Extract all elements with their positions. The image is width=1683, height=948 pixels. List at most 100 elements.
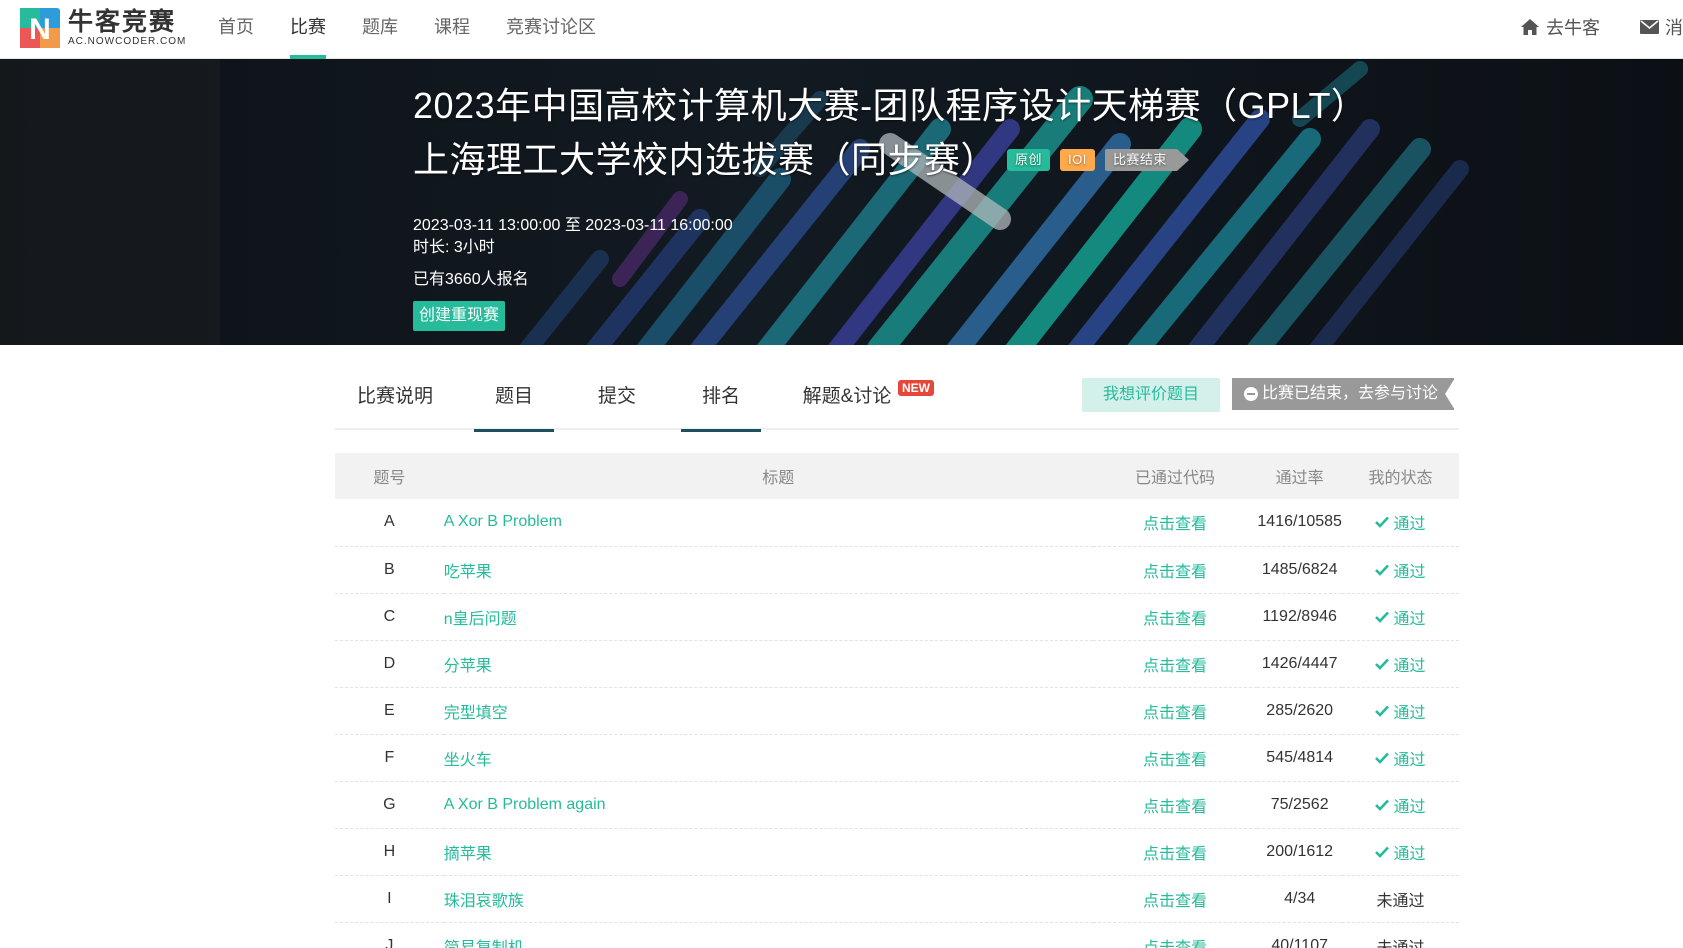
svg-text:N: N bbox=[29, 13, 51, 46]
contest-time-block: 2023-03-11 13:00:00 至 2023-03-11 16:00:0… bbox=[413, 215, 1367, 259]
problem-title-link[interactable]: n皇后问题 bbox=[444, 611, 517, 628]
problem-title-link[interactable]: 坐火车 bbox=[444, 752, 492, 769]
envelope-icon bbox=[1640, 20, 1659, 34]
view-passed-code-link[interactable]: 点击查看 bbox=[1143, 799, 1207, 816]
view-passed-code-link[interactable]: 点击查看 bbox=[1143, 893, 1207, 910]
messages-label: 消 bbox=[1665, 18, 1683, 38]
new-badge: NEW bbox=[898, 380, 934, 396]
check-icon bbox=[1375, 658, 1390, 670]
problem-title-link[interactable]: 完型填空 bbox=[444, 705, 508, 722]
problem-no: C bbox=[383, 607, 396, 625]
messages-link[interactable]: 消 bbox=[1640, 0, 1683, 54]
view-passed-code-link[interactable]: 点击查看 bbox=[1143, 611, 1207, 628]
problem-title-link[interactable]: 摘苹果 bbox=[444, 846, 492, 863]
view-passed-code-link[interactable]: 点击查看 bbox=[1143, 705, 1207, 722]
logo-icon: N bbox=[20, 8, 60, 48]
check-icon bbox=[1375, 705, 1390, 717]
problem-title-link[interactable]: 分苹果 bbox=[444, 658, 492, 675]
problem-title-link[interactable]: 简易复制机 bbox=[444, 940, 524, 948]
status-label: 通过 bbox=[1393, 798, 1426, 816]
table-row: A A Xor B Problem 点击查看 1416/10585 通过 bbox=[335, 499, 1459, 546]
problem-title-link[interactable]: A Xor B Problem bbox=[444, 513, 562, 530]
contest-duration: 时长: 3小时 bbox=[413, 239, 495, 256]
status-passed: 通过 bbox=[1375, 510, 1425, 534]
problem-title-link[interactable]: 珠泪哀歌族 bbox=[444, 893, 524, 910]
join-discussion-button[interactable]: 比赛已结束，去参与讨论 bbox=[1232, 378, 1455, 410]
logo-title: 牛客竞赛 bbox=[68, 8, 177, 36]
table-row: D 分苹果 点击查看 1426/4447 通过 bbox=[335, 640, 1459, 687]
pass-rate: 200/1612 bbox=[1266, 842, 1334, 860]
nav-item-home[interactable]: 首页 bbox=[200, 0, 272, 59]
status-label: 通过 bbox=[1393, 704, 1426, 722]
nav-item-contest[interactable]: 比赛 bbox=[272, 0, 344, 59]
pass-rate: 1485/6824 bbox=[1261, 560, 1338, 578]
status-label: 通过 bbox=[1393, 610, 1426, 628]
status-label: 通过 bbox=[1393, 751, 1426, 769]
contest-title-line2-row: 上海理工大学校内选拔赛（同步赛） 原创 IOI 比赛结束 bbox=[413, 133, 1367, 187]
problem-no: G bbox=[383, 795, 396, 813]
create-replay-button[interactable]: 创建重现赛 bbox=[413, 301, 506, 331]
problem-no: D bbox=[383, 654, 396, 672]
problem-title-link[interactable]: 吃苹果 bbox=[444, 564, 492, 581]
check-icon bbox=[1375, 799, 1390, 811]
status-label: 通过 bbox=[1393, 563, 1426, 581]
problem-no: E bbox=[384, 701, 395, 719]
view-passed-code-link[interactable]: 点击查看 bbox=[1143, 516, 1207, 533]
contest-ended-tag: 比赛结束 bbox=[1104, 149, 1189, 171]
pass-rate: 1416/10585 bbox=[1257, 513, 1342, 531]
contest-info: 2023年中国高校计算机大赛-团队程序设计天梯赛（GPLT） 上海理工大学校内选… bbox=[413, 79, 1367, 331]
check-icon bbox=[1375, 564, 1390, 576]
home-icon bbox=[1521, 19, 1539, 35]
problem-no: F bbox=[384, 748, 395, 766]
status-label: 未通过 bbox=[1376, 892, 1425, 910]
table-row: J 简易复制机 点击查看 40/1107 未通过 bbox=[335, 922, 1459, 948]
status-label: 通过 bbox=[1393, 516, 1426, 534]
rate-problems-button[interactable]: 我想评价题目 bbox=[1082, 378, 1220, 412]
problem-title-link[interactable]: A Xor B Problem again bbox=[444, 796, 606, 813]
pass-rate: 545/4814 bbox=[1266, 748, 1334, 766]
nav-item-courses[interactable]: 课程 bbox=[416, 0, 488, 59]
table-row: I 珠泪哀歌族 点击查看 4/34 未通过 bbox=[335, 875, 1459, 922]
pass-rate: 285/2620 bbox=[1266, 701, 1334, 719]
original-tag: 原创 bbox=[1007, 149, 1051, 171]
status-label: 通过 bbox=[1393, 657, 1426, 675]
header-title: 标题 bbox=[762, 470, 795, 487]
ioi-tag: IOI bbox=[1060, 149, 1095, 171]
contest-tabs: 比赛说明 题目 提交 排名 解题&讨论 NEW 我想评价题目 比赛已结束，去参与… bbox=[335, 370, 1459, 432]
tab-submissions[interactable]: 提交 bbox=[577, 370, 657, 430]
problem-table: 题号 标题 已通过代码 通过率 我的状态 A A Xor B Problem 点击查… bbox=[335, 453, 1459, 948]
table-row: B 吃苹果 点击查看 1485/6824 通过 bbox=[335, 546, 1459, 593]
view-passed-code-link[interactable]: 点击查看 bbox=[1143, 752, 1207, 769]
site-logo[interactable]: N 牛客竞赛 AC.NOWCODER.COM bbox=[20, 8, 186, 48]
table-header-row: 题号 标题 已通过代码 通过率 我的状态 bbox=[335, 453, 1459, 499]
minus-circle-icon bbox=[1244, 387, 1258, 401]
main-nav: 首页 比赛 题库 课程 竞赛讨论区 bbox=[200, 0, 614, 59]
join-discussion-label: 比赛已结束，去参与讨论 bbox=[1262, 385, 1439, 402]
top-navbar: N 牛客竞赛 AC.NOWCODER.COM 首页 比赛 题库 课程 竞赛讨论区… bbox=[0, 0, 1683, 59]
table-row: E 完型填空 点击查看 285/2620 通过 bbox=[335, 687, 1459, 734]
go-nowcoder-link[interactable]: 去牛客 bbox=[1520, 0, 1600, 54]
pass-rate: 1192/8946 bbox=[1262, 607, 1337, 625]
contest-title-line2: 上海理工大学校内选拔赛（同步赛） bbox=[413, 139, 998, 180]
tab-solutions-discussion[interactable]: 解题&讨论 bbox=[797, 370, 897, 430]
nav-item-problemset[interactable]: 题库 bbox=[344, 0, 416, 59]
header-passed-code: 已通过代码 bbox=[1135, 470, 1216, 487]
view-passed-code-link[interactable]: 点击查看 bbox=[1143, 846, 1207, 863]
status-passed: 通过 bbox=[1375, 558, 1425, 582]
table-row: F 坐火车 点击查看 545/4814 通过 bbox=[335, 734, 1459, 781]
pass-rate: 1426/4447 bbox=[1261, 654, 1338, 672]
view-passed-code-link[interactable]: 点击查看 bbox=[1143, 564, 1207, 581]
tab-problems[interactable]: 题目 bbox=[474, 370, 554, 432]
nav-item-discussion[interactable]: 竞赛讨论区 bbox=[488, 0, 614, 59]
view-passed-code-link[interactable]: 点击查看 bbox=[1143, 658, 1207, 675]
go-nowcoder-label: 去牛客 bbox=[1546, 18, 1600, 38]
problem-no: I bbox=[387, 889, 392, 907]
tab-rankings[interactable]: 排名 bbox=[681, 370, 761, 432]
view-passed-code-link[interactable]: 点击查看 bbox=[1143, 940, 1207, 948]
tab-contest-description[interactable]: 比赛说明 bbox=[355, 370, 435, 430]
table-row: G A Xor B Problem again 点击查看 75/2562 通过 bbox=[335, 781, 1459, 828]
header-pass-rate: 通过率 bbox=[1275, 470, 1324, 487]
contest-banner: 2023年中国高校计算机大赛-团队程序设计天梯赛（GPLT） 上海理工大学校内选… bbox=[0, 59, 1683, 345]
status-passed: 通过 bbox=[1375, 840, 1425, 864]
check-icon bbox=[1375, 516, 1390, 529]
